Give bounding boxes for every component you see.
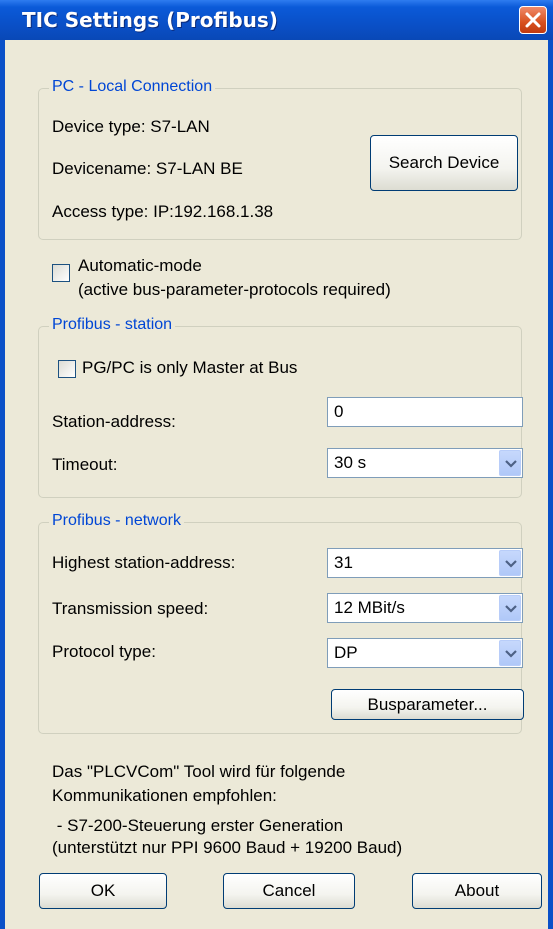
transmission-speed-label: Transmission speed: xyxy=(52,599,209,618)
ok-button[interactable]: OK xyxy=(39,873,167,909)
only-master-checkbox[interactable] xyxy=(58,360,76,378)
transmission-speed-dropdown-arrow[interactable] xyxy=(499,595,521,621)
window-title: TIC Settings (Profibus) xyxy=(22,8,278,32)
protocol-type-dropdown-arrow[interactable] xyxy=(499,640,521,666)
station-address-label: Station-address: xyxy=(52,412,176,431)
window-frame-right xyxy=(548,40,553,929)
station-address-input[interactable]: 0 xyxy=(327,397,523,427)
transmission-speed-value: 12 MBit/s xyxy=(334,598,405,617)
only-master-label: PG/PC is only Master at Bus xyxy=(82,358,298,377)
device-name-label: Devicename: S7-LAN BE xyxy=(52,159,243,178)
timeout-select[interactable]: 30 s xyxy=(327,448,523,478)
info-line-4: (unterstützt nur PPI 9600 Baud + 19200 B… xyxy=(52,838,403,857)
highest-station-address-label: Highest station-address: xyxy=(52,553,236,572)
info-line-2: Kommunikationen empfohlen: xyxy=(52,786,277,805)
highest-station-address-dropdown-arrow[interactable] xyxy=(499,550,521,576)
timeout-value: 30 s xyxy=(334,453,367,472)
automatic-mode-note: (active bus-parameter-protocols required… xyxy=(78,280,391,299)
title-bar[interactable]: TIC Settings (Profibus) xyxy=(0,0,553,40)
transmission-speed-select[interactable]: 12 MBit/s xyxy=(327,593,523,623)
settings-dialog: TIC Settings (Profibus) PC - Local Conne… xyxy=(0,0,553,929)
highest-station-address-select[interactable]: 31 xyxy=(327,548,523,578)
automatic-mode-checkbox[interactable] xyxy=(52,264,70,282)
profibus-network-legend: Profibus - network xyxy=(49,512,184,530)
timeout-label: Timeout: xyxy=(52,455,118,474)
device-type-label: Device type: S7-LAN xyxy=(52,117,210,136)
protocol-type-label: Protocol type: xyxy=(52,642,156,661)
chevron-down-icon xyxy=(505,560,517,568)
profibus-station-legend: Profibus - station xyxy=(49,316,176,334)
info-line-1: Das "PLCVCom" Tool wird für folgende xyxy=(52,762,346,781)
busparameter-button[interactable]: Busparameter... xyxy=(331,689,524,720)
about-button[interactable]: About xyxy=(412,873,542,909)
highest-station-address-value: 31 xyxy=(334,553,353,572)
protocol-type-value: DP xyxy=(334,643,358,662)
search-device-button[interactable]: Search Device xyxy=(370,135,518,191)
window-frame-left xyxy=(0,40,5,929)
protocol-type-select[interactable]: DP xyxy=(327,638,523,668)
info-line-3: - S7-200-Steuerung erster Generation xyxy=(52,816,344,835)
chevron-down-icon xyxy=(505,650,517,658)
pc-local-connection-legend: PC - Local Connection xyxy=(49,78,216,96)
close-button[interactable] xyxy=(519,6,547,34)
cancel-button[interactable]: Cancel xyxy=(223,873,355,909)
chevron-down-icon xyxy=(505,460,517,468)
close-icon xyxy=(525,12,541,28)
automatic-mode-label: Automatic-mode xyxy=(78,256,202,275)
access-type-label: Access type: IP:192.168.1.38 xyxy=(52,202,274,221)
timeout-dropdown-arrow[interactable] xyxy=(499,450,521,476)
chevron-down-icon xyxy=(505,605,517,613)
